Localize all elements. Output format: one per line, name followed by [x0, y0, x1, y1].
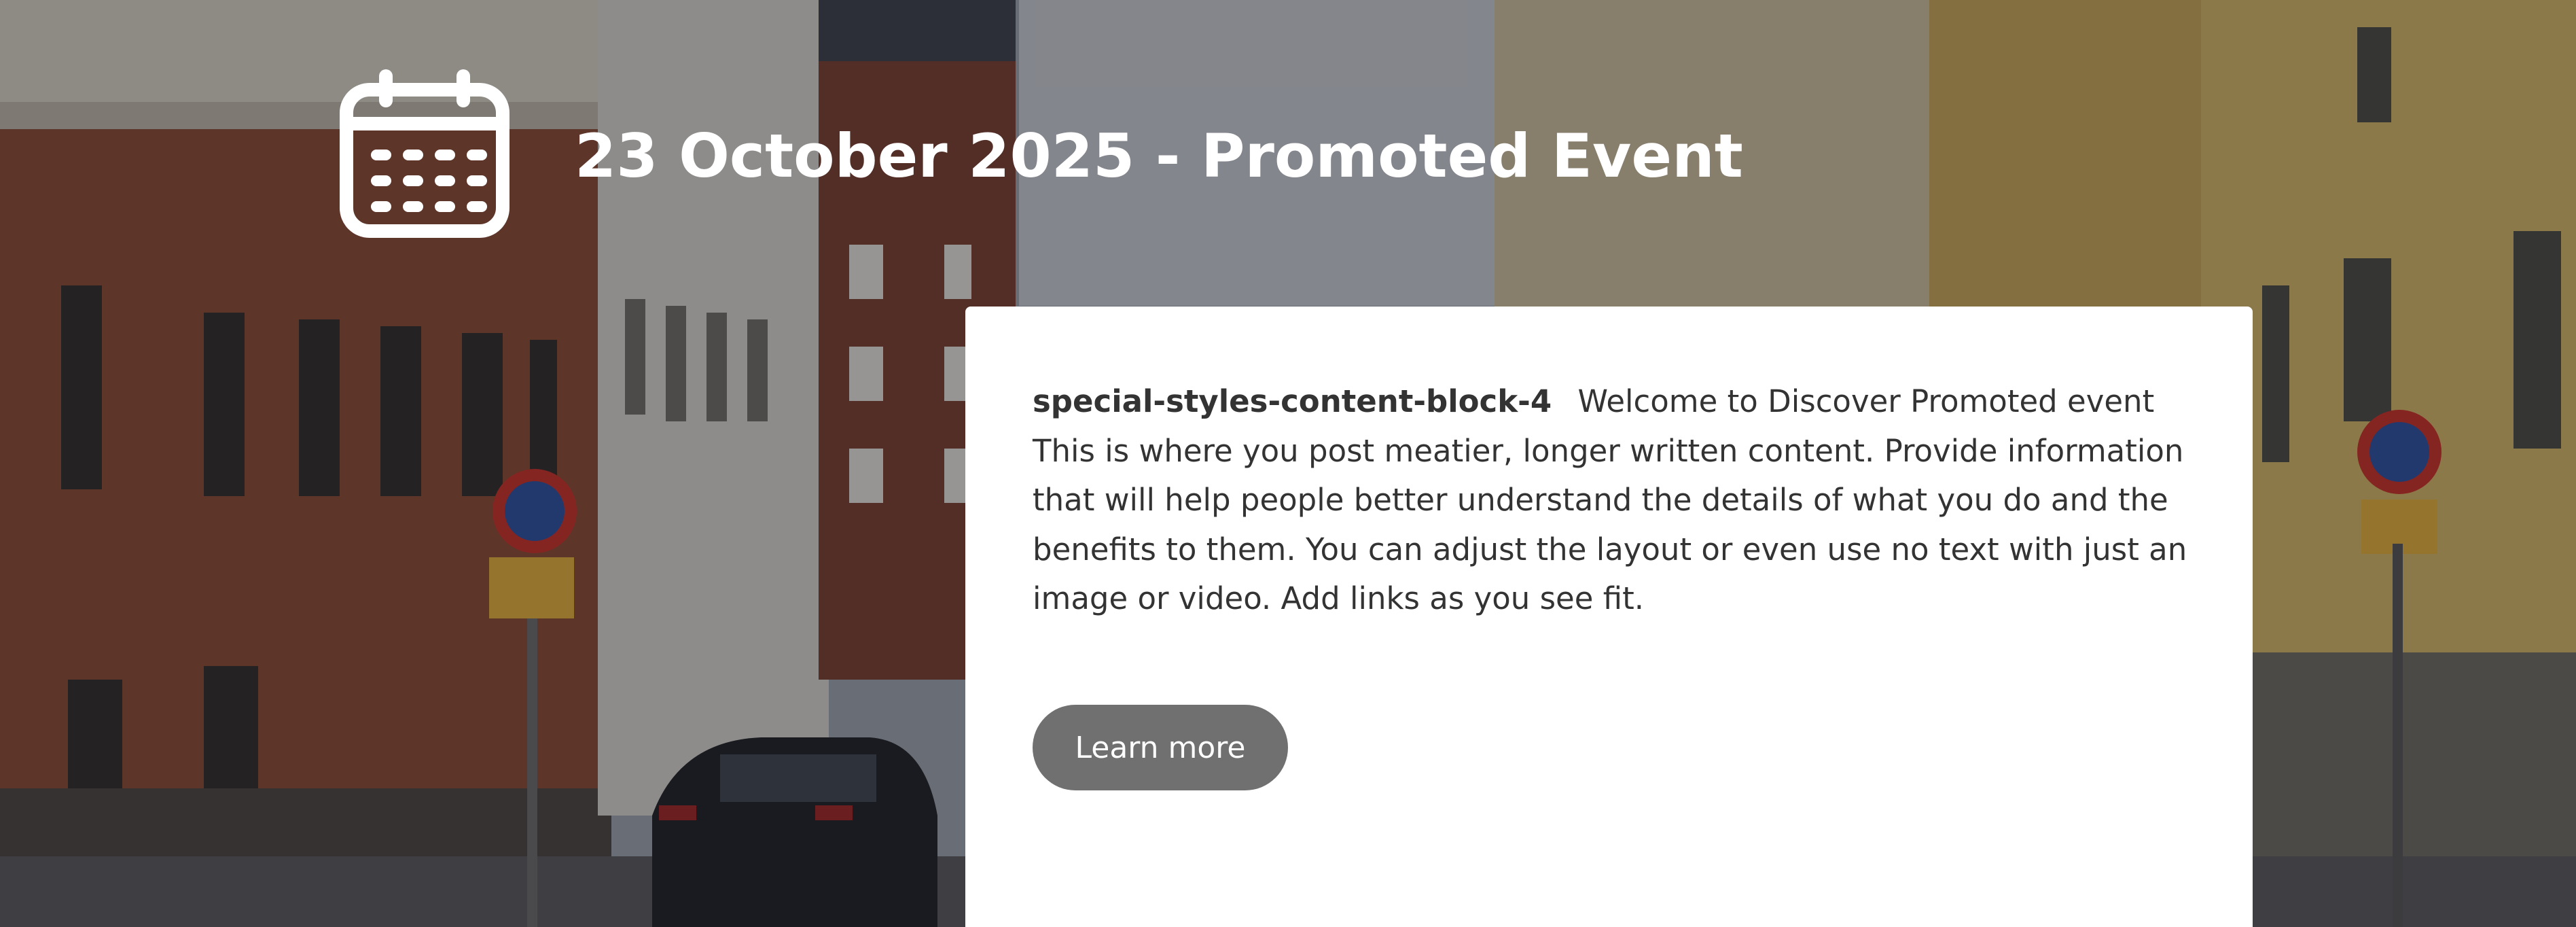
- learn-more-button[interactable]: Learn more: [1033, 705, 1288, 790]
- hero-background: 23 October 2025 - Promoted Event special…: [0, 0, 2576, 927]
- content-text: special-styles-content-block-4 Welcome t…: [1033, 377, 2201, 624]
- content-card: special-styles-content-block-4 Welcome t…: [965, 307, 2253, 927]
- content-block-label: special-styles-content-block-4: [1033, 383, 1552, 419]
- calendar-icon: [340, 69, 509, 238]
- page-title: 23 October 2025 - Promoted Event: [575, 121, 1743, 191]
